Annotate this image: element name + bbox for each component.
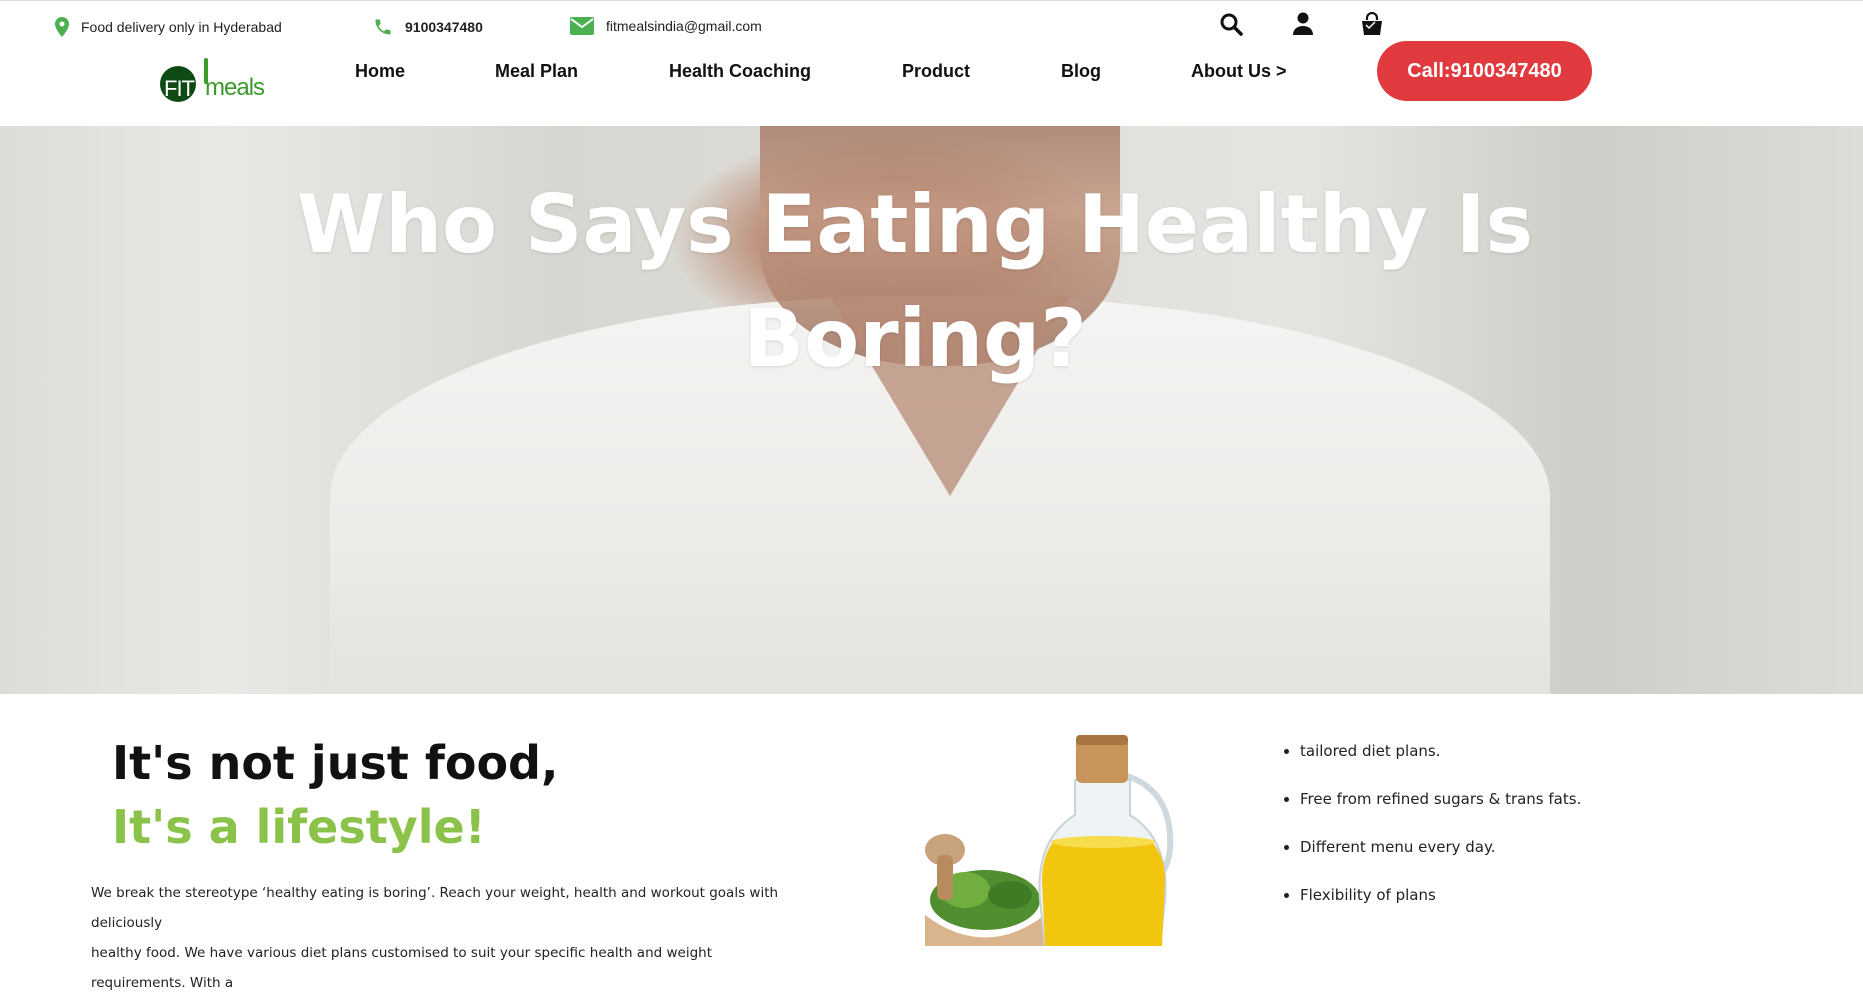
intro-paragraph-line-2: healthy food. We have various diet plans…	[91, 945, 713, 991]
feature-item: Flexibility of plans	[1300, 884, 1581, 907]
top-info-bar: Food delivery only in Hyderabad 91003474…	[0, 0, 1863, 51]
shopping-bag-icon	[1362, 11, 1382, 35]
feature-item: Free from refined sugars & trans fats.	[1300, 788, 1581, 811]
olive-oil-illustration	[925, 735, 1174, 947]
features-list: tailored diet plans. Free from refined s…	[1280, 740, 1581, 932]
intro-heading-line-1: It's not just food,	[112, 736, 559, 790]
hero-title-line-1: Who Says Eating Healthy Is	[296, 178, 1534, 271]
nav-blog[interactable]: Blog	[1061, 61, 1101, 82]
nav-home[interactable]: Home	[355, 61, 405, 82]
intro-paragraph-line-1: We break the stereotype ‘healthy eating …	[91, 885, 779, 931]
logo-fit-text: FIT	[164, 76, 195, 101]
logo-meals-text: meals	[205, 74, 265, 101]
feature-item: tailored diet plans.	[1300, 740, 1581, 763]
phone-icon	[375, 19, 391, 35]
nav-product[interactable]: Product	[902, 61, 970, 82]
location-pin-icon	[55, 17, 69, 37]
fitmeals-logo[interactable]: FIT meals	[160, 56, 265, 106]
intro-paragraph: We break the stereotype ‘healthy eating …	[91, 878, 791, 998]
location-text: Food delivery only in Hyderabad	[81, 19, 282, 35]
location-info: Food delivery only in Hyderabad	[55, 17, 282, 37]
feature-item: Different menu every day.	[1300, 836, 1581, 859]
user-icon	[1293, 12, 1313, 35]
hero-banner: Who Says Eating Healthy Is Boring?	[0, 126, 1863, 694]
email-text: fitmealsindia@gmail.com	[606, 18, 762, 34]
nav-meal-plan[interactable]: Meal Plan	[495, 61, 578, 82]
email-info[interactable]: fitmealsindia@gmail.com	[570, 17, 762, 35]
account-button[interactable]	[1293, 12, 1313, 41]
cart-button[interactable]	[1360, 11, 1384, 41]
intro-heading-line-2: It's a lifestyle!	[112, 800, 486, 854]
search-icon	[1220, 13, 1243, 36]
call-button[interactable]: Call:9100347480	[1377, 41, 1592, 101]
olive-oil-image	[915, 730, 1195, 947]
phone-text: 9100347480	[405, 19, 483, 35]
phone-info[interactable]: 9100347480	[373, 17, 483, 37]
hero-title: Who Says Eating Healthy Is Boring?	[260, 168, 1570, 396]
envelope-icon	[570, 17, 594, 35]
nav-about-us[interactable]: About Us >	[1191, 61, 1287, 82]
hero-title-line-2: Boring?	[743, 292, 1087, 385]
search-button[interactable]	[1219, 12, 1243, 41]
nav-health-coaching[interactable]: Health Coaching	[669, 61, 811, 82]
